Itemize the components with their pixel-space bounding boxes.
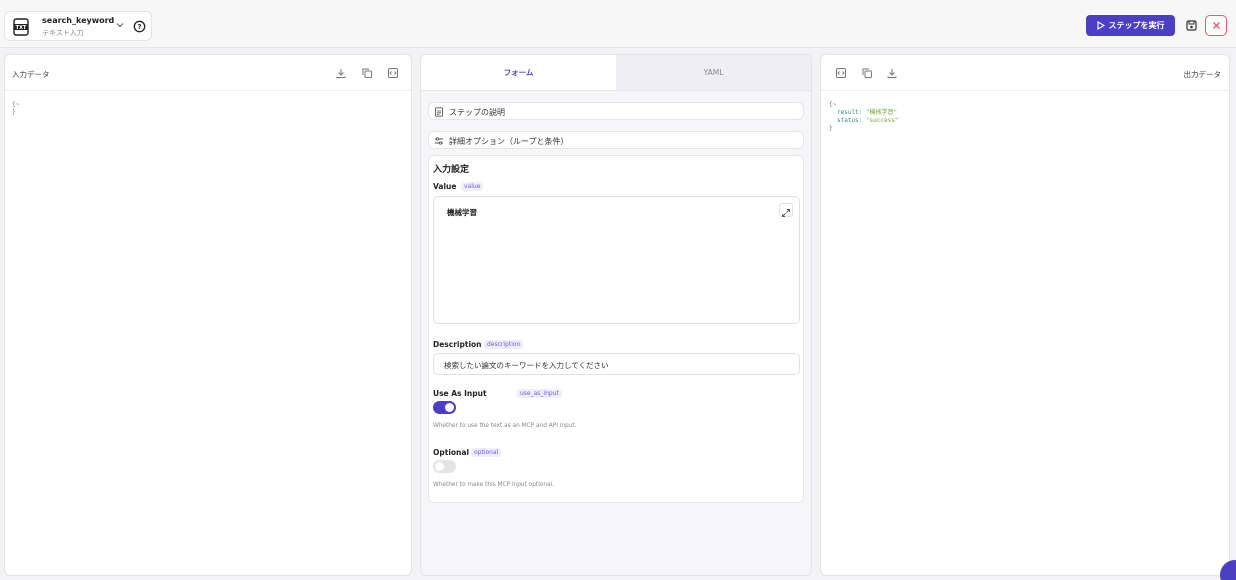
code-view-icon[interactable] — [835, 67, 847, 79]
tab-yaml[interactable]: YAML — [616, 55, 811, 90]
json-close-brace: } — [829, 125, 833, 132]
save-icon — [1186, 20, 1197, 31]
expand-icon — [782, 209, 790, 217]
step-description-label: ステップの説明 — [449, 108, 505, 117]
play-icon — [1096, 21, 1105, 30]
output-panel-title: 出力データ — [1183, 70, 1222, 79]
value-textarea[interactable]: 機械学習 — [433, 196, 800, 324]
optional-toggle[interactable] — [433, 460, 456, 473]
tab-form[interactable]: フォーム — [421, 55, 616, 90]
input-panel-header: 入力データ — [5, 55, 411, 91]
input-settings-card: 入力設定 Value value 機械学習 Description descri… — [428, 155, 804, 503]
copy-icon[interactable] — [361, 67, 373, 79]
output-panel-header: 出力データ — [821, 55, 1229, 91]
copy-icon[interactable] — [861, 67, 873, 79]
close-button[interactable] — [1205, 15, 1227, 36]
chevron-down-icon[interactable] — [115, 20, 125, 30]
json-open-brace: {~ — [12, 101, 20, 108]
top-bar: TXT search_keyword テキスト入力 ? ステップを実行 — [0, 0, 1236, 48]
optional-label: Optional — [433, 448, 470, 457]
json-close-brace: } — [12, 109, 16, 116]
close-icon — [1212, 22, 1220, 29]
description-label: Description — [433, 340, 482, 349]
optional-help: Whether to make this MCP input optional. — [433, 482, 555, 488]
input-panel-title: 入力データ — [12, 70, 50, 79]
step-description-accordion[interactable]: ステップの説明 — [428, 102, 804, 120]
optional-key-tag: optional — [471, 448, 502, 457]
advanced-options-label: 詳細オプション（ループと条件） — [449, 137, 569, 146]
input-json: {~ } — [12, 101, 19, 117]
help-icon[interactable]: ? — [133, 20, 146, 33]
json-result-key: result: — [837, 109, 866, 116]
value-key-tag: value — [461, 182, 484, 191]
use-as-input-label: Use As Input — [433, 389, 487, 398]
save-button[interactable] — [1181, 15, 1202, 36]
svg-text:?: ? — [137, 23, 141, 31]
description-input[interactable]: 検索したい論文のキーワードを入力してください — [433, 353, 800, 375]
code-view-icon[interactable] — [387, 67, 399, 79]
json-status-key: status: — [837, 117, 866, 124]
text-file-icon: TXT — [13, 18, 29, 36]
json-status-value: "success" — [865, 117, 899, 124]
step-type: テキスト入力 — [42, 29, 84, 37]
json-open-brace: {~ — [829, 101, 837, 108]
section-title: 入力設定 — [433, 165, 470, 175]
download-icon[interactable] — [335, 67, 347, 79]
description-key-tag: description — [484, 340, 524, 349]
advanced-options-accordion[interactable]: 詳細オプション（ループと条件） — [428, 131, 804, 149]
json-result-value: "機械学習" — [865, 109, 898, 116]
use-as-input-toggle[interactable] — [433, 401, 456, 414]
document-icon — [435, 107, 443, 117]
run-step-button[interactable]: ステップを実行 — [1086, 15, 1175, 36]
view-tabs: フォーム YAML — [421, 55, 811, 91]
output-data-panel: 出力データ {~ result: "機械学習" status: "success… — [820, 54, 1230, 576]
expand-button[interactable] — [779, 203, 793, 217]
value-text: 機械学習 — [447, 208, 477, 217]
svg-text:TXT: TXT — [16, 25, 27, 31]
step-selector[interactable]: TXT search_keyword テキスト入力 ? — [4, 11, 152, 41]
step-name: search_keyword — [42, 16, 115, 25]
json-status-line: status: "success" — [829, 117, 898, 125]
download-icon[interactable] — [886, 67, 898, 79]
sliders-icon — [435, 137, 443, 145]
use-as-input-key-tag: use_as_input — [517, 389, 562, 398]
input-data-panel: 入力データ {~ } — [4, 54, 412, 576]
json-result-line: result: "機械学習" — [829, 109, 898, 117]
value-label: Value — [433, 182, 457, 191]
use-as-input-help: Whether to use the text as an MCP and AP… — [433, 423, 577, 429]
run-step-label: ステップを実行 — [1108, 21, 1165, 30]
output-json: {~ result: "機械学習" status: "success" } — [829, 101, 898, 133]
